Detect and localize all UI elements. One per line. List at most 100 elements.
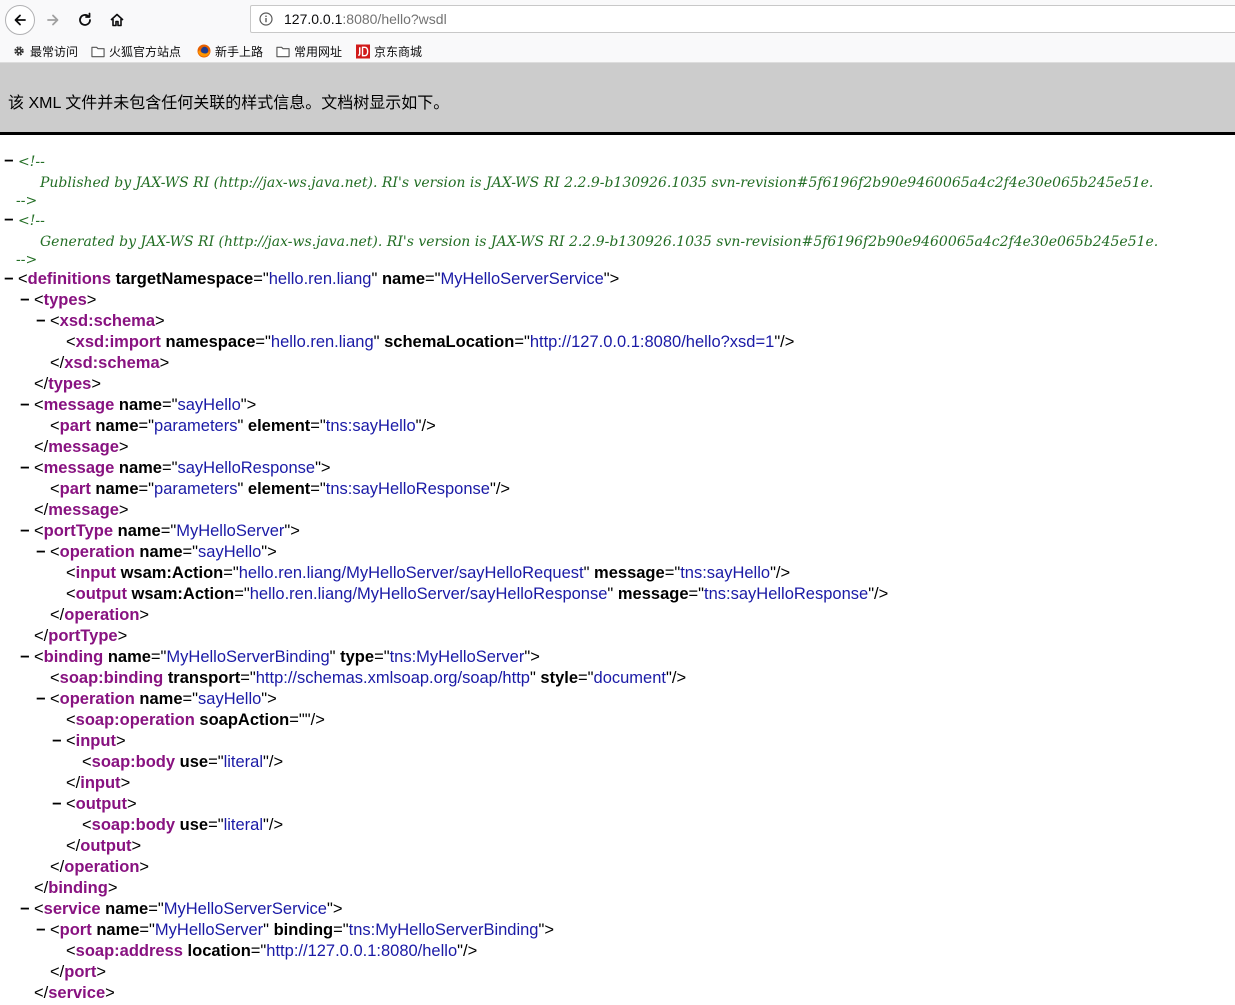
attr-name: namespace <box>165 333 256 351</box>
xml-line: </input> <box>66 773 130 794</box>
tag-bracket: </ <box>50 354 65 372</box>
attr-name: use <box>179 816 209 834</box>
tag-name: soap:address <box>75 942 183 960</box>
tag-bracket: > <box>131 837 142 855</box>
xml-line: − <service name="MyHelloServerService"> <box>20 899 342 920</box>
collapse-toggle-icon[interactable]: − <box>20 521 34 542</box>
info-icon[interactable] <box>259 12 273 26</box>
collapse-toggle-icon[interactable]: − <box>20 458 34 479</box>
collapse-toggle-icon[interactable]: − <box>20 647 34 668</box>
collapse-toggle-icon[interactable]: − <box>20 290 34 311</box>
attr-value: hello.ren.liang <box>270 333 374 351</box>
xml-comment-text: Generated by JAX-WS RI (http://jax-ws.ja… <box>40 231 1158 252</box>
attr-value: hello.ren.liang/MyHelloServer/sayHelloRe… <box>238 564 584 582</box>
xml-line: <soap:binding transport="http://schemas.… <box>50 668 686 689</box>
attr-value: literal <box>223 753 264 771</box>
tag-bracket: < <box>50 669 60 687</box>
tag-name: output <box>75 795 127 813</box>
bookmark-getting-started[interactable]: 新手上路 <box>197 42 263 60</box>
tag-bracket: /> <box>268 753 284 771</box>
tag-bracket: </ <box>34 375 49 393</box>
tag-name: service <box>43 900 101 918</box>
collapse-toggle-icon[interactable]: − <box>52 731 66 752</box>
attr-equals: =" <box>253 270 269 288</box>
attr-value: MyHelloServerService <box>440 270 604 288</box>
collapse-toggle-icon[interactable]: − <box>4 210 18 231</box>
xml-line: − <message name="sayHelloResponse"> <box>20 458 331 479</box>
forward-button[interactable] <box>38 5 68 35</box>
attr-value: literal <box>223 816 264 834</box>
tag-bracket: > <box>139 858 150 876</box>
attr-value: sayHello <box>198 543 262 561</box>
tag-name: port <box>64 963 97 981</box>
attr-name: name <box>96 921 140 939</box>
collapse-toggle-icon[interactable]: − <box>20 899 34 920</box>
collapse-toggle-icon[interactable]: − <box>36 920 50 941</box>
bookmark-most-visited[interactable]: 最常访问 <box>12 42 78 60</box>
collapse-toggle-icon[interactable]: − <box>4 151 18 172</box>
back-button[interactable] <box>5 5 35 35</box>
xml-line: <xsd:import namespace="hello.ren.liang" … <box>66 332 794 353</box>
tag-bracket: </ <box>34 501 49 519</box>
banner-message: 该 XML 文件并未包含任何关联的样式信息。文档树显示如下。 <box>8 95 450 112</box>
address-bar[interactable]: 127.0.0.1:8080/hello?wsdl <box>250 5 1235 33</box>
attr-value: sayHello <box>198 690 262 708</box>
tag-name: output <box>80 837 132 855</box>
attr-equals: =" <box>223 564 239 582</box>
tag-bracket: > <box>267 543 277 561</box>
attr-name: type <box>340 648 375 666</box>
url-text[interactable]: 127.0.0.1:8080/hello?wsdl <box>284 11 447 27</box>
reload-button[interactable] <box>70 5 100 35</box>
tag-name: input <box>75 564 116 582</box>
bookmark-firefox-site[interactable]: 火狐官方站点 <box>91 42 181 60</box>
collapse-toggle-icon[interactable]: − <box>36 689 50 710</box>
home-button[interactable] <box>102 5 132 35</box>
tag-name: binding <box>43 648 104 666</box>
tag-bracket: > <box>105 984 115 1002</box>
tag-bracket: </ <box>66 837 81 855</box>
attr-equals: =" <box>150 648 167 666</box>
attr-value: parameters <box>154 480 238 498</box>
attr-equals: =" <box>250 942 267 960</box>
attr-equals: =" <box>161 396 178 414</box>
tag-bracket: </ <box>34 984 49 1002</box>
attr-name: name <box>105 900 149 918</box>
tag-bracket: < <box>66 585 76 603</box>
attr-value: MyHelloServerService <box>163 900 327 918</box>
collapse-toggle-icon[interactable]: − <box>20 395 34 416</box>
xml-line: <input wsam:Action="hello.ren.liang/MyHe… <box>66 563 790 584</box>
tag-bracket: /> <box>671 669 687 687</box>
tag-bracket: < <box>34 291 44 309</box>
tag-bracket: /> <box>310 711 325 729</box>
tag-name: soap:body <box>91 816 176 834</box>
attr-quote: " <box>607 585 614 603</box>
tag-bracket: < <box>66 711 76 729</box>
collapse-toggle-icon[interactable]: − <box>36 311 50 332</box>
attr-value: hello.ren.liang/MyHelloServer/sayHelloRe… <box>249 585 608 603</box>
attr-quote: " <box>329 648 336 666</box>
xml-line: − <input> <box>52 731 126 752</box>
xml-line: − <operation name="sayHello"> <box>36 542 277 563</box>
attr-name: style <box>540 669 579 687</box>
collapse-toggle-icon[interactable]: − <box>4 269 18 290</box>
tag-bracket: < <box>66 942 76 960</box>
bookmark-jd-mall[interactable]: 京东商城 <box>356 42 422 60</box>
home-icon <box>110 13 124 27</box>
xml-comment-close: --> <box>16 249 37 270</box>
attr-equals: =" <box>138 417 155 435</box>
tag-name: soap:body <box>91 753 176 771</box>
tag-bracket: > <box>267 690 277 708</box>
attr-value: http://127.0.0.1:8080/hello?xsd=1 <box>529 333 775 351</box>
tag-bracket: < <box>34 648 44 666</box>
collapse-toggle-icon[interactable]: − <box>36 542 50 563</box>
attr-equals: =" <box>688 585 705 603</box>
attr-value: sayHello <box>177 396 241 414</box>
bookmark-common-sites[interactable]: 常用网址 <box>276 42 342 60</box>
tag-bracket: < <box>50 480 60 498</box>
xml-line: </port> <box>50 962 106 983</box>
tag-name: types <box>48 375 92 393</box>
forward-arrow-icon <box>47 14 59 26</box>
bookmark-label: 火狐官方站点 <box>109 44 182 59</box>
collapse-toggle-icon[interactable]: − <box>52 794 66 815</box>
tag-bracket: /> <box>780 333 795 351</box>
